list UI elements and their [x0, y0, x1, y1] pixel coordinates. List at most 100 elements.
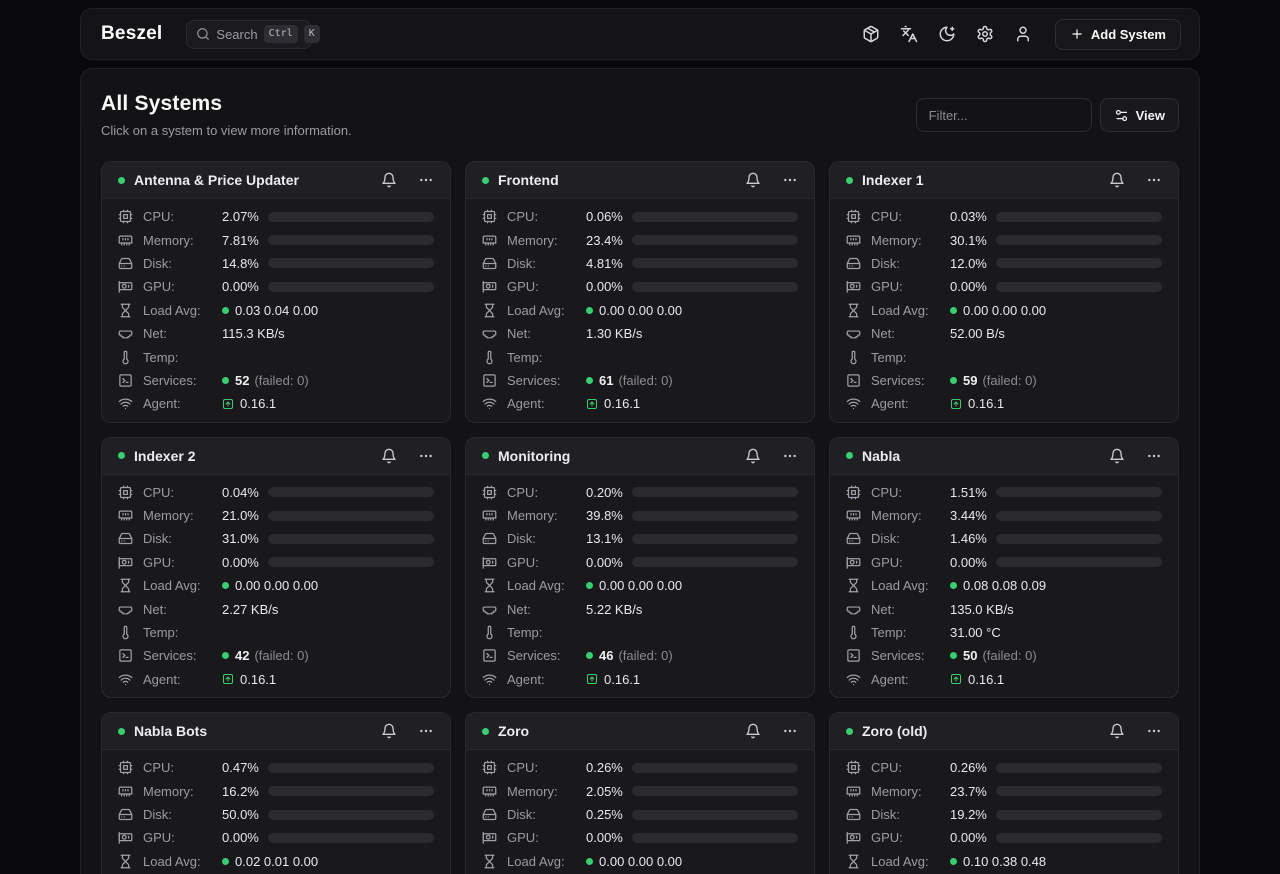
progress-track	[632, 786, 798, 796]
progress-track	[268, 212, 434, 222]
services-count: 61	[599, 373, 613, 388]
ok-dot	[586, 377, 593, 384]
metric-label: Services:	[507, 648, 577, 663]
metric-row-net: Net: 115.3 KB/s	[118, 322, 434, 345]
moon-icon[interactable]	[933, 20, 961, 48]
system-metrics: CPU: 0.20% Memory: 39.8% Disk: 13.1%	[466, 475, 814, 698]
system-name: Monitoring	[498, 448, 570, 464]
metric-row-agent: Agent: 0.16.1	[118, 668, 434, 691]
metric-label: Memory:	[871, 233, 941, 248]
metric-row-load-avg: Load Avg: 0.03 0.04 0.00	[118, 299, 434, 322]
progress-track	[632, 763, 798, 773]
ellipsis-icon[interactable]	[1146, 172, 1162, 188]
system-card[interactable]: Monitoring CPU: 0.20% Memory: 39.8%	[465, 437, 815, 699]
ellipsis-icon[interactable]	[418, 448, 434, 464]
metric-label: Load Avg:	[143, 854, 213, 869]
services-failed: (failed: 0)	[254, 648, 308, 663]
progress-track	[632, 833, 798, 843]
system-card[interactable]: Zoro CPU: 0.26% Memory: 2.05%	[465, 712, 815, 874]
gpu-icon	[846, 830, 862, 845]
hourglass-icon	[118, 854, 134, 869]
metric-row-gpu: GPU: 0.00%	[482, 275, 798, 298]
metric-label: CPU:	[143, 209, 213, 224]
bell-icon[interactable]	[381, 448, 397, 464]
progress-track	[268, 235, 434, 245]
ok-dot	[222, 652, 229, 659]
ellipsis-icon[interactable]	[782, 448, 798, 464]
system-card[interactable]: Frontend CPU: 0.06% Memory: 23.4%	[465, 161, 815, 423]
system-card[interactable]: Indexer 1 CPU: 0.03% Memory: 30.1%	[829, 161, 1179, 423]
system-card[interactable]: Zoro (old) CPU: 0.26% Memory: 23.7%	[829, 712, 1179, 874]
ok-dot	[950, 377, 957, 384]
bell-icon[interactable]	[745, 172, 761, 188]
add-system-button[interactable]: Add System	[1055, 19, 1181, 50]
top-navbar: Beszel Search Ctrl K Add System	[80, 8, 1200, 60]
metric-label: Services:	[143, 648, 213, 663]
metric-label: Load Avg:	[871, 854, 941, 869]
agent-version-icon	[950, 398, 962, 410]
agent-version: 0.16.1	[968, 396, 1004, 411]
ok-dot	[222, 582, 229, 589]
metric-value: 21.0%	[222, 508, 262, 523]
metric-label: Disk:	[871, 531, 941, 546]
search-input[interactable]: Search Ctrl K	[186, 20, 312, 49]
view-button[interactable]: View	[1100, 98, 1179, 132]
languages-icon[interactable]	[895, 20, 923, 48]
metric-label: CPU:	[507, 209, 577, 224]
all-systems-panel: All Systems Click on a system to view mo…	[80, 68, 1200, 874]
metric-row-net: Net: 5.22 KB/s	[482, 597, 798, 620]
ethernet-icon	[482, 326, 498, 341]
ellipsis-icon[interactable]	[1146, 723, 1162, 739]
user-icon[interactable]	[1009, 20, 1037, 48]
system-metrics: CPU: 0.26% Memory: 23.7% Disk: 19.2%	[830, 750, 1178, 874]
ellipsis-icon[interactable]	[1146, 448, 1162, 464]
metric-row-load-avg: Load Avg: 0.02 0.01 0.00	[118, 850, 434, 873]
bell-icon[interactable]	[381, 723, 397, 739]
ellipsis-icon[interactable]	[418, 172, 434, 188]
bell-icon[interactable]	[381, 172, 397, 188]
progress-track	[996, 282, 1162, 292]
metric-label: Temp:	[507, 625, 577, 640]
system-name: Nabla	[862, 448, 900, 464]
bell-icon[interactable]	[1109, 172, 1125, 188]
system-card[interactable]: Antenna & Price Updater CPU: 2.07% Memor…	[101, 161, 451, 423]
system-card[interactable]: Nabla CPU: 1.51% Memory: 3.44%	[829, 437, 1179, 699]
metric-label: Memory:	[507, 508, 577, 523]
metric-value: 50.0%	[222, 807, 262, 822]
metric-row-disk: Disk: 4.81%	[482, 252, 798, 275]
metric-label: Net:	[507, 326, 577, 341]
app-logo[interactable]: Beszel	[101, 23, 162, 45]
ellipsis-icon[interactable]	[782, 172, 798, 188]
metric-label: GPU:	[507, 830, 577, 845]
wifi-icon	[846, 396, 862, 411]
memory-icon	[118, 784, 134, 799]
hourglass-icon	[482, 854, 498, 869]
metric-value: 0.26%	[586, 760, 626, 775]
system-card[interactable]: Nabla Bots CPU: 0.47% Memory: 16.2%	[101, 712, 451, 874]
bell-icon[interactable]	[745, 723, 761, 739]
metric-row-services: Services: 61 (failed: 0)	[482, 369, 798, 392]
settings-icon[interactable]	[971, 20, 999, 48]
status-up-dot	[118, 728, 125, 735]
metric-label: Load Avg:	[143, 303, 213, 318]
metric-value: 0.08 0.08 0.09	[963, 578, 1046, 593]
ellipsis-icon[interactable]	[782, 723, 798, 739]
ellipsis-icon[interactable]	[418, 723, 434, 739]
metric-row-temp: Temp:	[118, 345, 434, 368]
system-card-header: Antenna & Price Updater	[102, 162, 450, 199]
ethernet-icon	[846, 602, 862, 617]
filter-input[interactable]	[916, 98, 1092, 132]
system-card[interactable]: Indexer 2 CPU: 0.04% Memory: 21.0%	[101, 437, 451, 699]
metric-label: Agent:	[143, 672, 213, 687]
page-subtitle: Click on a system to view more informati…	[101, 123, 352, 138]
metric-label: GPU:	[143, 830, 213, 845]
agent-version: 0.16.1	[604, 396, 640, 411]
bell-icon[interactable]	[745, 448, 761, 464]
bell-icon[interactable]	[1109, 448, 1125, 464]
system-name: Frontend	[498, 172, 559, 188]
metric-row-gpu: GPU: 0.00%	[118, 275, 434, 298]
package-icon[interactable]	[857, 20, 885, 48]
gpu-icon	[118, 830, 134, 845]
memory-icon	[482, 508, 498, 523]
bell-icon[interactable]	[1109, 723, 1125, 739]
